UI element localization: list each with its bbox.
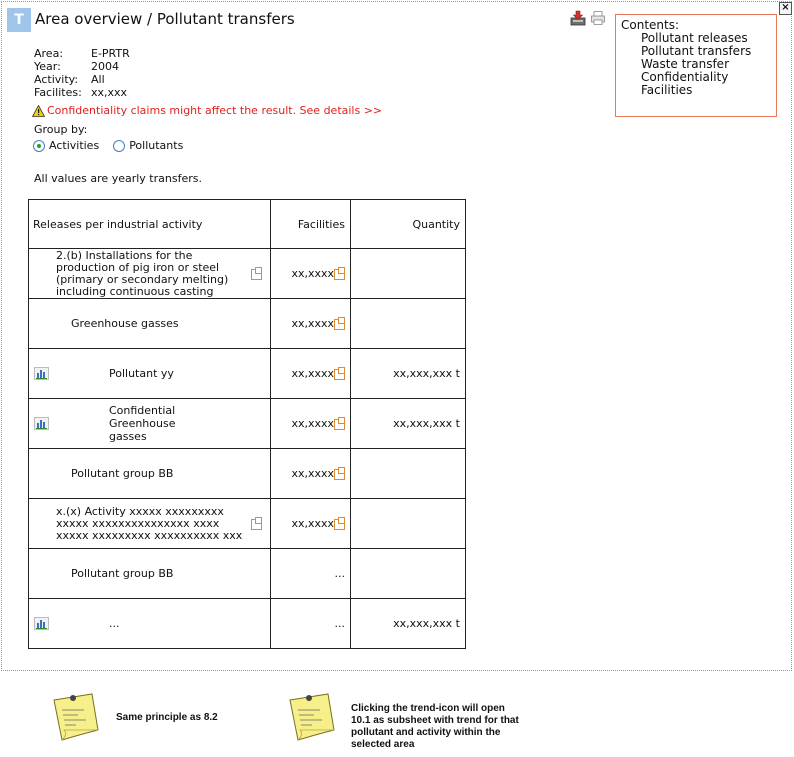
app-logo: T bbox=[7, 8, 31, 32]
contents-panel: Contents: Pollutant releases Pollutant t… bbox=[615, 14, 777, 117]
values-note: All values are yearly transfers. bbox=[34, 172, 202, 185]
facilities-cell: ... bbox=[270, 548, 351, 599]
open-details-icon[interactable] bbox=[251, 266, 262, 280]
row-label-cell: Greenhouse gasses bbox=[28, 298, 271, 349]
column-header-releases: Releases per industrial activity bbox=[28, 199, 271, 249]
facilities-value: xx,xxxx bbox=[291, 517, 334, 530]
meta-key: Year: bbox=[34, 60, 61, 73]
row-label-cell: 2.(b) Installations for the production o… bbox=[28, 248, 271, 299]
meta-activity: Activity: All bbox=[34, 73, 130, 86]
meta-key: Area: bbox=[34, 47, 64, 60]
pollutant-label: Confidential Greenhouse gasses bbox=[109, 404, 176, 443]
meta-area: Area: E-PRTR bbox=[34, 47, 130, 60]
facilities-link-icon[interactable] bbox=[334, 266, 345, 280]
quantity-cell bbox=[350, 548, 466, 599]
row-label-cell: x.(x) Activity xxxxx xxxxxxxxx xxxxx xxx… bbox=[28, 498, 271, 549]
note-trend-icon: Clicking the trend-icon will open 10.1 a… bbox=[351, 703, 519, 750]
table-row: 2.(b) Installations for the production o… bbox=[28, 248, 466, 299]
sticky-note-icon bbox=[289, 693, 335, 741]
row-label-cell: Pollutant group BB bbox=[28, 448, 271, 499]
quantity-cell bbox=[350, 248, 466, 299]
table-row: Confidential Greenhouse gasses xx,xxxx x… bbox=[28, 398, 466, 449]
facilities-cell: xx,xxxx bbox=[270, 348, 351, 399]
facilities-cell: ... bbox=[270, 598, 351, 649]
quantity-cell: xx,xxx,xxx t bbox=[350, 348, 466, 399]
filter-summary: Area: E-PRTR Year: 2004 Activity: All Facil… bbox=[34, 47, 130, 99]
transfers-table: Releases per industrial activity Facilit… bbox=[28, 199, 466, 649]
column-header-facilities: Facilities bbox=[270, 199, 351, 249]
row-label-cell: ... bbox=[28, 598, 271, 649]
close-button[interactable]: × bbox=[779, 2, 792, 15]
table-row: Pollutant group BB ... bbox=[28, 548, 466, 599]
meta-facilities: Facilites: xx,xxx bbox=[34, 86, 130, 99]
warning-icon bbox=[32, 104, 45, 117]
column-header-quantity: Quantity bbox=[350, 199, 466, 249]
print-icon[interactable] bbox=[590, 10, 606, 26]
radio-pollutants-label: Pollutants bbox=[129, 139, 184, 152]
table-row: x.(x) Activity xxxxx xxxxxxxxx xxxxx xxx… bbox=[28, 498, 466, 549]
open-details-icon[interactable] bbox=[251, 516, 262, 530]
table-row: Pollutant group BB xx,xxxx bbox=[28, 448, 466, 499]
group-by-radios: Activities Pollutants bbox=[33, 139, 197, 152]
meta-key: Activity: bbox=[34, 73, 79, 86]
radio-pollutants-button[interactable] bbox=[113, 139, 126, 152]
facilities-cell: xx,xxxx bbox=[270, 248, 351, 299]
pollutant-label: Pollutant yy bbox=[109, 367, 174, 380]
trend-chart-icon[interactable] bbox=[34, 616, 49, 630]
meta-year: Year: 2004 bbox=[34, 60, 130, 73]
row-label-cell: Pollutant group BB bbox=[28, 548, 271, 599]
meta-key: Facilites: bbox=[34, 86, 82, 99]
contents-link-facilities[interactable]: Facilities bbox=[621, 84, 771, 97]
quantity-cell bbox=[350, 498, 466, 549]
activity-label: x.(x) Activity xxxxx xxxxxxxxx xxxxx xxx… bbox=[56, 504, 243, 542]
group-by-label: Group by: bbox=[34, 123, 88, 136]
page-title: Area overview / Pollutant transfers bbox=[35, 10, 295, 28]
trend-chart-icon[interactable] bbox=[34, 416, 49, 430]
quantity-cell: xx,xxx,xxx t bbox=[350, 598, 466, 649]
facilities-cell: xx,xxxx bbox=[270, 298, 351, 349]
confidentiality-warning-link[interactable]: Confidentiality claims might affect the … bbox=[32, 104, 382, 117]
facilities-link-icon[interactable] bbox=[334, 366, 345, 380]
facilities-link-icon[interactable] bbox=[334, 416, 345, 430]
facilities-cell: xx,xxxx bbox=[270, 498, 351, 549]
table-row: Pollutant yy xx,xxxx xx,xxx,xxx t bbox=[28, 348, 466, 399]
group-label: Pollutant group BB bbox=[71, 467, 174, 480]
pollutant-label: ... bbox=[109, 617, 120, 630]
group-label: Pollutant group BB bbox=[71, 567, 174, 580]
table-header-row: Releases per industrial activity Facilit… bbox=[28, 199, 466, 249]
quantity-cell bbox=[350, 298, 466, 349]
facilities-link-icon[interactable] bbox=[334, 316, 345, 330]
facilities-cell: xx,xxxx bbox=[270, 398, 351, 449]
facilities-link-icon[interactable] bbox=[334, 516, 345, 530]
facilities-link-icon[interactable] bbox=[334, 466, 345, 480]
facilities-value: xx,xxxx bbox=[291, 417, 334, 430]
facilities-value: xx,xxxx bbox=[291, 367, 334, 380]
activity-label: 2.(b) Installations for the production o… bbox=[56, 248, 229, 298]
note-same-principle: Same principle as 8.2 bbox=[116, 712, 218, 723]
quantity-cell: xx,xxx,xxx t bbox=[350, 398, 466, 449]
download-icon[interactable] bbox=[570, 10, 586, 26]
table-row: Greenhouse gasses xx,xxxx bbox=[28, 298, 466, 349]
facilities-value: xx,xxxx bbox=[291, 267, 334, 280]
meta-value: xx,xxx bbox=[91, 86, 128, 99]
warning-text: Confidentiality claims might affect the … bbox=[47, 104, 383, 117]
group-label: Greenhouse gasses bbox=[71, 317, 179, 330]
meta-value: All bbox=[91, 73, 105, 86]
facilities-value: xx,xxxx bbox=[291, 467, 334, 480]
row-label-cell: Pollutant yy bbox=[28, 348, 271, 399]
meta-value: 2004 bbox=[91, 60, 119, 73]
quantity-cell bbox=[350, 448, 466, 499]
meta-value: E-PRTR bbox=[91, 47, 130, 60]
radio-activities[interactable]: Activities bbox=[33, 139, 99, 152]
row-label-cell: Confidential Greenhouse gasses bbox=[28, 398, 271, 449]
sticky-note-icon bbox=[53, 693, 99, 741]
table-row: ... ... xx,xxx,xxx t bbox=[28, 598, 466, 649]
facilities-value: xx,xxxx bbox=[291, 317, 334, 330]
radio-pollutants[interactable]: Pollutants bbox=[113, 139, 183, 152]
facilities-cell: xx,xxxx bbox=[270, 448, 351, 499]
radio-activities-button[interactable] bbox=[33, 139, 45, 152]
radio-activities-label: Activities bbox=[49, 139, 100, 152]
trend-chart-icon[interactable] bbox=[34, 366, 49, 380]
